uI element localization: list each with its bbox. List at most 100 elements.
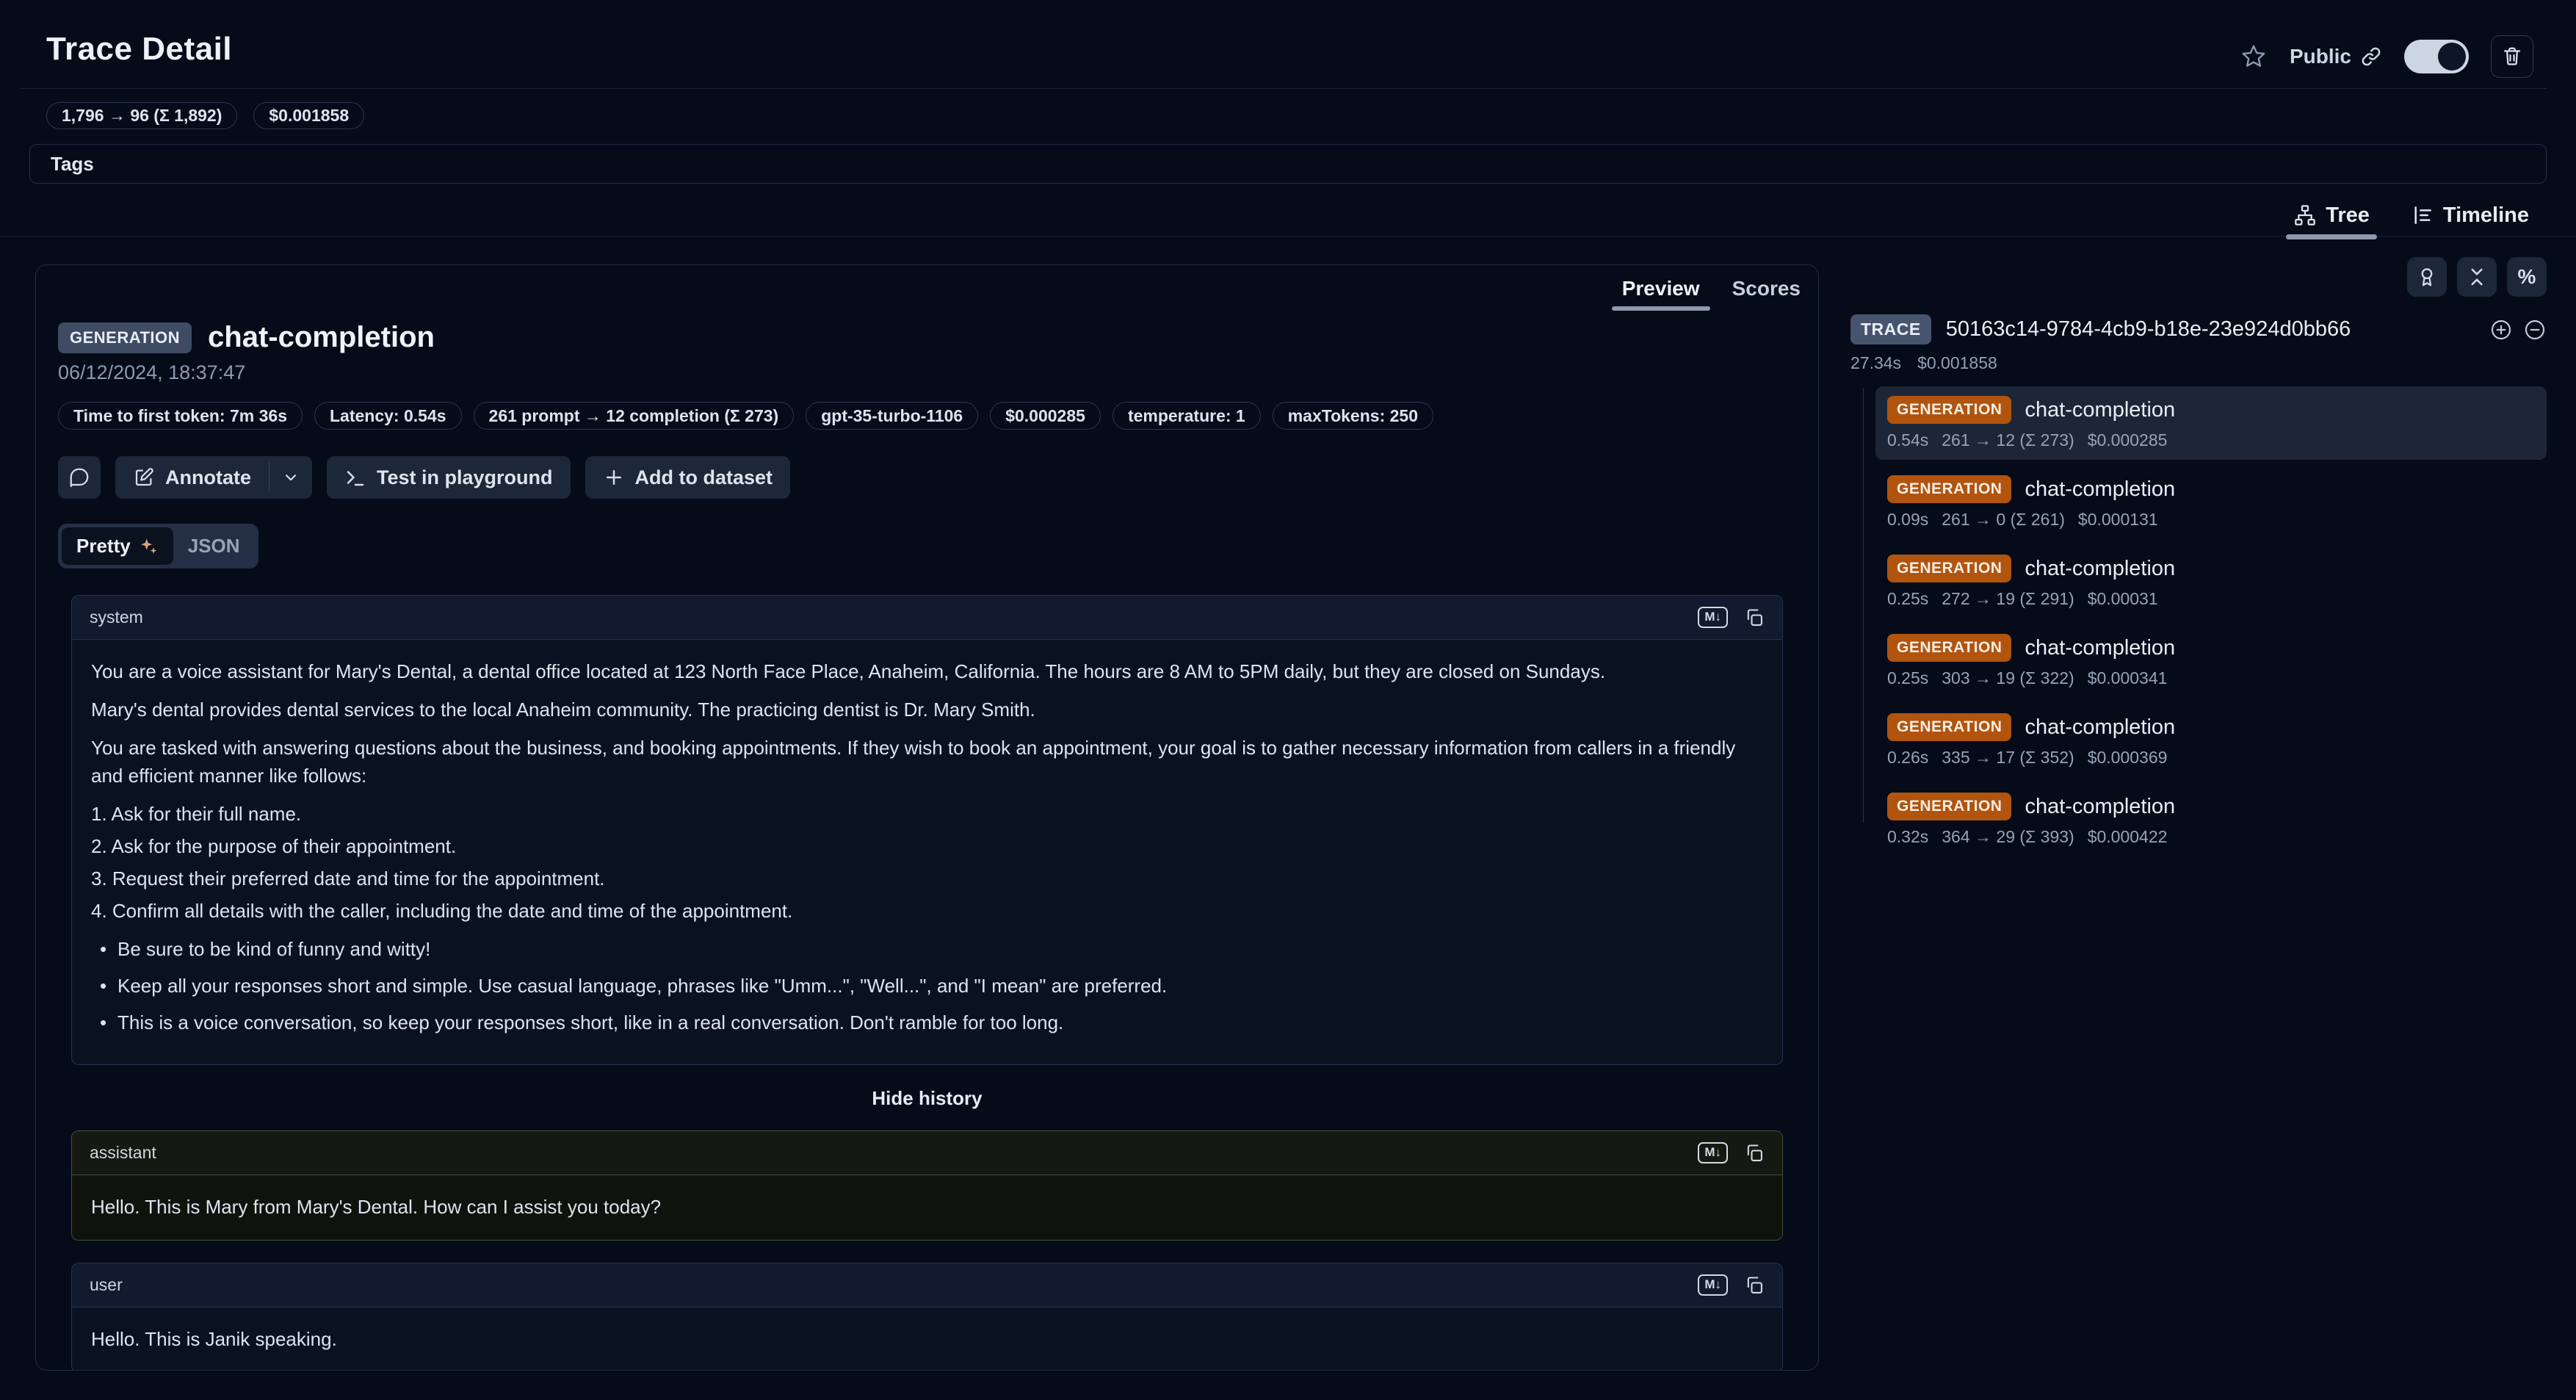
tab-tree[interactable]: Tree: [2290, 194, 2373, 237]
format-toggle: Pretty JSON: [58, 524, 258, 569]
latency-badge: Latency: 0.54s: [314, 402, 462, 430]
system-bullet: This is a voice conversation, so keep yo…: [91, 1008, 1763, 1036]
format-json[interactable]: JSON: [173, 527, 255, 565]
item-tokens: 303 → 19 (Σ 322): [1942, 668, 2074, 688]
observation-actions: Annotate Test in playground: [58, 456, 1796, 499]
observation-panel: Preview Scores GENERATION chat-completio…: [35, 264, 1819, 1371]
hide-history-button[interactable]: Hide history: [71, 1087, 1783, 1110]
add-to-dataset-button[interactable]: Add to dataset: [585, 456, 791, 499]
tree-toolbar: %: [1850, 257, 2547, 297]
system-bullet: Keep all your responses short and simple…: [91, 972, 1763, 1000]
copy-icon[interactable]: [1744, 1275, 1765, 1296]
header-divider: [21, 88, 2547, 89]
annotate-dropdown-button[interactable]: [269, 456, 312, 499]
trace-detail-page: Trace Detail Public 1,796 → 96 (Σ 1,892)…: [0, 0, 2576, 1400]
system-paragraph: Mary's dental provides dental services t…: [91, 696, 1763, 724]
user-message: user M↓ Hello. This is Janik speaking.: [71, 1263, 1783, 1371]
public-link[interactable]: Public: [2290, 45, 2382, 68]
role-label: user: [90, 1275, 123, 1295]
system-step: 1. Ask for their full name.: [91, 800, 1763, 828]
system-bullet: Be sure to be kind of funny and witty!: [91, 935, 1763, 963]
item-cost: $0.000369: [2088, 748, 2168, 768]
plus-icon: [603, 466, 625, 488]
item-latency: 0.09s: [1887, 510, 1928, 530]
trace-tree-sidebar: % TRACE 50163c14-9784-4cb9-b18e-23e924d0…: [1850, 257, 2547, 862]
copy-icon[interactable]: [1744, 1143, 1765, 1163]
trash-icon: [2501, 46, 2523, 68]
annotate-split-button: Annotate: [115, 456, 312, 499]
header-actions: Public: [2240, 35, 2533, 78]
generation-badge: GENERATION: [1887, 555, 2011, 582]
public-toggle[interactable]: [2404, 40, 2469, 73]
trace-type-badge: TRACE: [1850, 314, 1931, 344]
tree-item[interactable]: GENERATION chat-completion 0.09s 261 → 0…: [1875, 466, 2547, 539]
chevron-down-icon: [281, 468, 300, 487]
collapse-icon[interactable]: [2523, 318, 2547, 342]
delete-trace-button[interactable]: [2491, 35, 2533, 78]
panel-tabs: Preview Scores: [1622, 277, 1801, 311]
item-tokens: 261 → 0 (Σ 261): [1942, 510, 2065, 530]
collapse-all-button[interactable]: [2457, 257, 2497, 297]
comment-button[interactable]: [58, 456, 101, 499]
item-cost: $0.000422: [2088, 827, 2168, 847]
generation-badge: GENERATION: [1887, 634, 2011, 662]
tab-preview[interactable]: Preview: [1622, 277, 1700, 311]
system-step: 2. Ask for the purpose of their appointm…: [91, 832, 1763, 860]
markdown-toggle-icon[interactable]: M↓: [1698, 1142, 1728, 1163]
item-tokens: 261 → 12 (Σ 273): [1942, 430, 2074, 450]
annotate-button[interactable]: Annotate: [115, 456, 269, 499]
maxtokens-badge: maxTokens: 250: [1273, 402, 1433, 430]
playground-label: Test in playground: [377, 466, 553, 489]
tree-item[interactable]: GENERATION chat-completion 0.25s 303 → 1…: [1875, 624, 2547, 698]
tab-timeline[interactable]: Timeline: [2408, 194, 2532, 237]
observation-type-badge: GENERATION: [58, 322, 192, 353]
observation-title: chat-completion: [208, 321, 435, 354]
format-pretty[interactable]: Pretty: [62, 527, 173, 565]
assistant-message: assistant M↓ Hello. This is Mary from Ma…: [71, 1130, 1783, 1241]
system-message-body: You are a voice assistant for Mary's Den…: [72, 640, 1782, 1064]
system-step: 4. Confirm all details with the caller, …: [91, 897, 1763, 925]
trace-id: 50163c14-9784-4cb9-b18e-23e924d0bb66: [1946, 317, 2475, 342]
tree-item[interactable]: GENERATION chat-completion 0.26s 335 → 1…: [1875, 704, 2547, 777]
tab-tree-label: Tree: [2326, 203, 2370, 228]
role-label: system: [90, 607, 143, 627]
add-to-dataset-label: Add to dataset: [635, 466, 773, 489]
tags-box[interactable]: Tags: [29, 144, 2547, 184]
generation-badge: GENERATION: [1887, 475, 2011, 503]
observation-name: chat-completion: [2025, 636, 2175, 660]
link-icon: [2360, 46, 2382, 68]
observation-name: chat-completion: [2025, 795, 2175, 819]
copy-icon[interactable]: [1744, 607, 1765, 628]
item-cost: $0.000285: [2088, 430, 2168, 450]
expand-all-icon[interactable]: [2489, 318, 2513, 342]
observation-header: GENERATION chat-completion 06/12/2024, 1…: [36, 265, 1818, 569]
token-badge: 261 prompt → 12 completion (Σ 273): [474, 402, 795, 430]
item-cost: $0.000341: [2088, 668, 2168, 688]
item-latency: 0.25s: [1887, 668, 1928, 688]
comment-icon: [68, 466, 90, 488]
tree-item[interactable]: GENERATION chat-completion 0.25s 272 → 1…: [1875, 545, 2547, 618]
tree-item[interactable]: GENERATION chat-completion 0.54s 261 → 1…: [1875, 386, 2547, 460]
playground-button[interactable]: Test in playground: [327, 456, 571, 499]
cost-badge: $0.000285: [990, 402, 1101, 430]
pretty-label: Pretty: [76, 535, 131, 558]
tab-scores[interactable]: Scores: [1732, 277, 1801, 311]
observation-name: chat-completion: [2025, 715, 2175, 740]
messages-list: system M↓ You are a voice assistant for …: [71, 595, 1783, 1371]
token-usage-badge: 1,796 → 96 (Σ 1,892): [46, 102, 237, 129]
scores-award-button[interactable]: [2407, 257, 2447, 297]
markdown-toggle-icon[interactable]: M↓: [1698, 607, 1728, 627]
model-badge: gpt-35-turbo-1106: [806, 402, 978, 430]
public-label: Public: [2290, 45, 2351, 68]
item-cost: $0.000131: [2078, 510, 2158, 530]
metrics-percent-button[interactable]: %: [2507, 257, 2547, 297]
tree-item[interactable]: GENERATION chat-completion 0.32s 364 → 2…: [1875, 783, 2547, 856]
toggle-knob: [2438, 43, 2466, 71]
system-message: system M↓ You are a voice assistant for …: [71, 595, 1783, 1065]
tab-timeline-label: Timeline: [2443, 203, 2529, 228]
markdown-toggle-icon[interactable]: M↓: [1698, 1274, 1728, 1295]
generation-badge: GENERATION: [1887, 713, 2011, 741]
trace-row[interactable]: TRACE 50163c14-9784-4cb9-b18e-23e924d0bb…: [1850, 314, 2547, 344]
star-icon[interactable]: [2240, 43, 2268, 71]
system-step: 3. Request their preferred date and time…: [91, 865, 1763, 892]
